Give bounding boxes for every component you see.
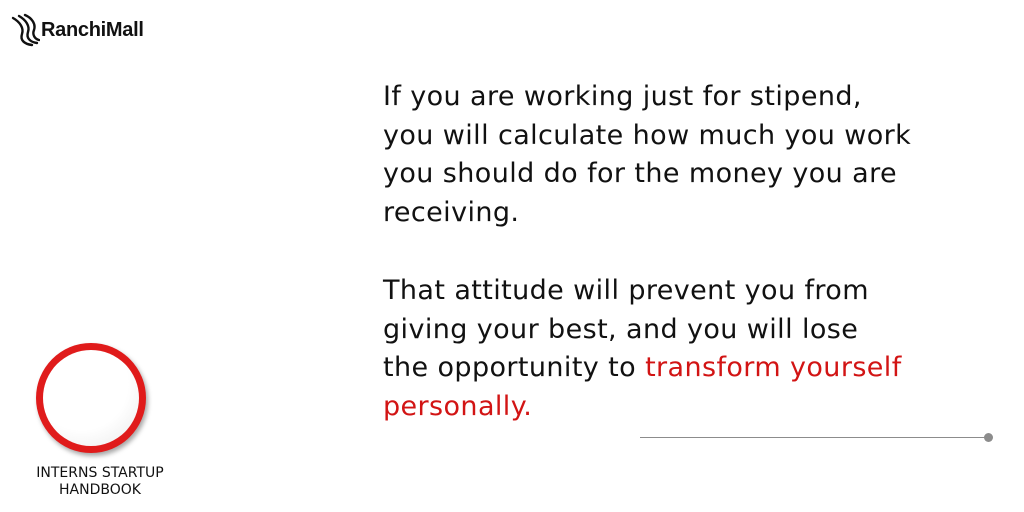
quote-line: the opportunity to transform yourself <box>383 349 1013 388</box>
quote-line: you will calculate how much you work <box>383 119 912 151</box>
quote-line: That attitude will prevent you from <box>383 275 869 306</box>
divider-dot <box>984 433 993 442</box>
brand-name: RanchiMall <box>41 18 144 41</box>
quote-line: receiving. <box>383 196 520 228</box>
quote-highlight-text: personally. <box>383 390 533 422</box>
quote-text: If you are working just for stipend, you… <box>383 78 1013 466</box>
badge-inner-circle <box>43 350 139 446</box>
handbook-label-line1: INTERNS STARTUP <box>36 465 164 481</box>
quote-paragraph-1: If you are working just for stipend, you… <box>383 78 1013 232</box>
quote-line: If you are working just for stipend, <box>383 81 862 112</box>
ranchimall-logo-icon <box>11 13 40 47</box>
quote-line: giving your best, and you will lose <box>383 313 859 345</box>
brand-logo: RanchiMall <box>10 10 144 50</box>
quote-highlight-text: transform yourself <box>645 352 902 383</box>
quote-line: you should do for the money you are <box>383 158 898 189</box>
handbook-badge-icon <box>36 343 146 453</box>
handbook-label-line2: HANDBOOK <box>59 482 141 498</box>
divider-line <box>640 437 985 438</box>
handbook-label: INTERNS STARTUP HANDBOOK <box>10 465 190 499</box>
quote-plain-text: the opportunity to <box>383 352 646 383</box>
quote-paragraph-2: That attitude will prevent you from givi… <box>383 272 1013 426</box>
